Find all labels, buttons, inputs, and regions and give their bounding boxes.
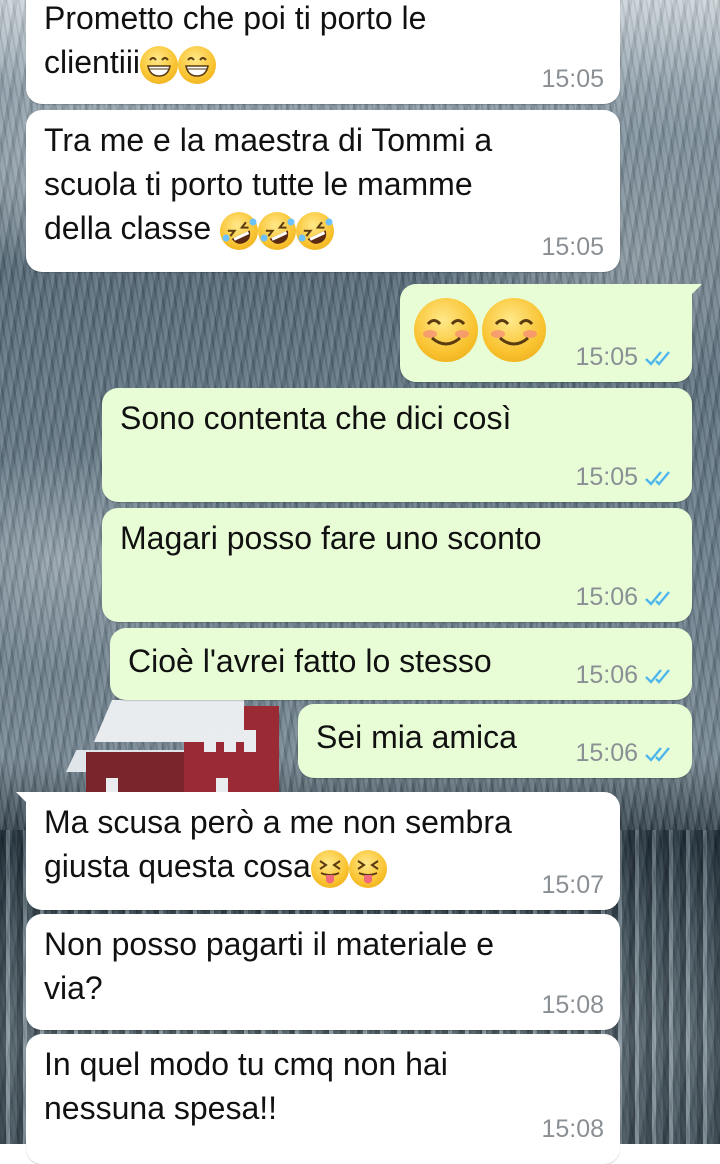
double-check-read-icon [645, 470, 670, 486]
double-check-read-icon [645, 350, 670, 366]
message-time: 15:07 [541, 871, 604, 899]
message-time: 15:06 [575, 739, 638, 767]
message-bubble-incoming[interactable]: Tra me e la maestra di Tommi a scuola ti… [26, 110, 620, 272]
rofl-icon [220, 211, 259, 250]
message-bubble-incoming[interactable]: In quel modo tu cmq non hai nessuna spes… [26, 1034, 620, 1164]
message-bubble-outgoing[interactable]: Magari posso fare uno sconto 15:06 [102, 508, 692, 622]
message-text: Ma scusa però a me non sembra giusta que… [44, 800, 608, 888]
message-time: 15:06 [575, 661, 638, 689]
message-bubble-incoming[interactable]: Prometto che poi ti porto le clientiii 1… [26, 0, 620, 104]
rofl-icon [296, 211, 335, 250]
blush-icon [482, 298, 546, 362]
message-bubble-outgoing[interactable]: Sei mia amica 15:06 [298, 704, 692, 778]
tongue-icon [310, 849, 349, 888]
message-bubble-incoming[interactable]: Ma scusa però a me non sembra giusta que… [16, 792, 620, 910]
double-check-read-icon [645, 746, 670, 762]
message-bubble-outgoing[interactable]: 15:05 [400, 284, 702, 382]
double-check-read-icon [645, 668, 670, 684]
message-text: In quel modo tu cmq non hai nessuna spes… [44, 1046, 448, 1126]
message-text: Prometto che poi ti porto le clientiii [44, 0, 608, 84]
message-bubble-incoming[interactable]: Non posso pagarti il materiale e via? 15… [26, 914, 620, 1030]
message-time: 15:05 [575, 343, 638, 371]
message-time: 15:08 [541, 991, 604, 1019]
message-time: 15:05 [541, 65, 604, 93]
grin-icon [178, 45, 217, 84]
message-bubble-outgoing[interactable]: Sono contenta che dici così 15:05 [102, 388, 692, 502]
message-time: 15:06 [575, 583, 638, 611]
double-check-read-icon [645, 590, 670, 606]
message-bubble-outgoing[interactable]: Cioè l'avrei fatto lo stesso 15:06 [110, 628, 692, 700]
blush-icon [414, 298, 478, 362]
message-time: 15:08 [541, 1115, 604, 1143]
message-text: Sono contenta che dici così [120, 400, 512, 436]
tongue-icon [348, 849, 387, 888]
rofl-icon [258, 211, 297, 250]
message-text: Magari posso fare uno sconto [120, 520, 542, 556]
message-time: 15:05 [575, 463, 638, 491]
message-text: Tra me e la maestra di Tommi a scuola ti… [44, 118, 608, 250]
message-time: 15:05 [541, 233, 604, 261]
message-text: Non posso pagarti il materiale e via? [44, 926, 495, 1006]
grin-icon [140, 45, 179, 84]
